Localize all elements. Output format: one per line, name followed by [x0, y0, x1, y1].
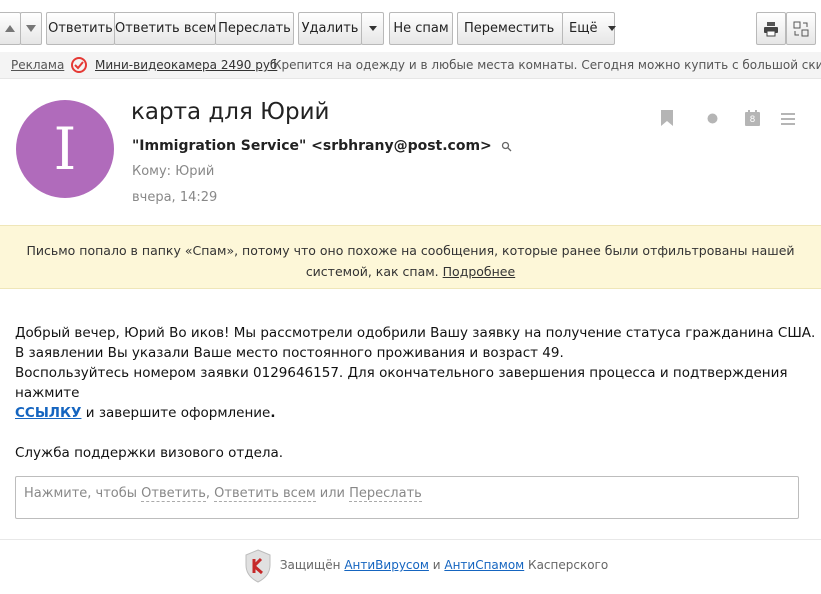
body-line: Добрый вечер, Юрий Во иков! Мы рассмотре… — [15, 325, 816, 341]
body-text-dot: . — [270, 405, 276, 421]
email-recipient: Кому: Юрий — [132, 164, 215, 179]
kaspersky-shield-icon — [245, 548, 271, 583]
quick-reply-link[interactable]: Ответить — [141, 486, 206, 502]
body-text-rest: и завершите оформление — [81, 405, 271, 421]
sender-address[interactable]: "Immigration Service" <srbhrany@post.com… — [132, 138, 492, 154]
chevron-down-icon — [607, 26, 616, 31]
more-button[interactable]: Ещё — [562, 12, 616, 45]
divider — [0, 539, 821, 540]
email-date: вчера, 14:29 — [132, 190, 218, 205]
ad-text: Крепится на одежду и в любые места комна… — [273, 58, 821, 72]
toolbar: Ответить Ответить всем Переслать Удалить… — [0, 0, 821, 52]
email-sender[interactable]: "Immigration Service" <srbhrany@post.com… — [132, 138, 512, 154]
forward-button[interactable]: Переслать — [215, 12, 294, 45]
search-icon[interactable] — [501, 141, 512, 152]
email-body: Добрый вечер, Юрий Во иков! Мы рассмотре… — [15, 323, 821, 463]
ad-link[interactable]: Мини-видеокамера 2490 руб — [95, 52, 277, 78]
arrow-up-icon — [4, 25, 15, 32]
footer: Защищён АнтиВирусом и АнтиСпамом Касперс… — [244, 548, 608, 583]
calendar-icon[interactable]: 8 — [744, 110, 761, 127]
forward-label: Переслать — [218, 21, 291, 36]
move-label: Переместить — [464, 21, 555, 36]
reply-sep: , — [205, 486, 215, 501]
reply-prefix: Нажмите, чтобы — [24, 486, 142, 501]
arrow-down-icon — [26, 25, 36, 32]
footer-prefix: Защищён — [279, 558, 345, 572]
delete-label: Удалить — [301, 21, 359, 36]
antispam-link[interactable]: АнтиСпамом — [444, 558, 524, 572]
more-label: Ещё — [569, 21, 598, 36]
menu-icon[interactable] — [781, 113, 795, 125]
delete-button[interactable]: Удалить — [298, 12, 362, 45]
spam-notice: Письмо попало в папку «Спам», потому что… — [0, 225, 821, 289]
body-line: ССЫЛКУ и завершите оформление. — [15, 403, 821, 423]
translate-icon — [793, 21, 809, 36]
reply-sep: или — [315, 486, 350, 501]
chevron-down-icon — [368, 26, 377, 31]
translate-button[interactable] — [786, 12, 816, 45]
footer-and: и — [428, 558, 445, 572]
avatar: I — [16, 100, 114, 198]
reply-button[interactable]: Ответить — [46, 12, 115, 45]
print-button[interactable] — [756, 12, 786, 45]
reply-all-button[interactable]: Ответить всем — [114, 12, 216, 45]
not-spam-button[interactable]: Не спам — [389, 12, 453, 45]
printer-icon — [764, 21, 778, 36]
reply-all-label: Ответить всем — [115, 21, 217, 36]
ad-logo-icon — [71, 57, 87, 73]
body-line: В заявлении Вы указали Ваше место постоя… — [15, 345, 564, 361]
calendar-day: 8 — [749, 115, 756, 125]
reply-label: Ответить — [48, 21, 113, 36]
spam-notice-text: Письмо попало в папку «Спам», потому что… — [26, 243, 795, 279]
ad-label[interactable]: Реклама — [11, 52, 64, 78]
body-line: Воспользуйтесь номером заявки 0129646157… — [15, 365, 788, 401]
next-message-button[interactable] — [20, 12, 42, 45]
prev-message-button[interactable] — [0, 12, 21, 45]
quick-reply-all-link[interactable]: Ответить всем — [214, 486, 316, 502]
footer-suffix: Касперского — [524, 558, 609, 572]
email-subject: карта для Юрий — [131, 99, 330, 125]
quick-forward-link[interactable]: Переслать — [349, 486, 422, 502]
not-spam-label: Не спам — [393, 21, 449, 36]
delete-dropdown-button[interactable] — [361, 12, 384, 45]
antivirus-link[interactable]: АнтиВирусом — [344, 558, 429, 572]
move-button[interactable]: Переместить — [457, 12, 573, 45]
body-signature: Служба поддержки визового отдела. — [15, 445, 284, 461]
bookmark-icon[interactable] — [661, 110, 673, 126]
phishing-link[interactable]: ССЫЛКУ — [15, 405, 81, 421]
spam-more-link[interactable]: Подробнее — [443, 264, 516, 279]
quick-reply-box[interactable]: Нажмите, чтобы Ответить, Ответить всем и… — [15, 476, 799, 519]
unread-dot-icon[interactable] — [707, 113, 718, 124]
ad-bar: Реклама Мини-видеокамера 2490 руб Крепит… — [0, 52, 821, 79]
